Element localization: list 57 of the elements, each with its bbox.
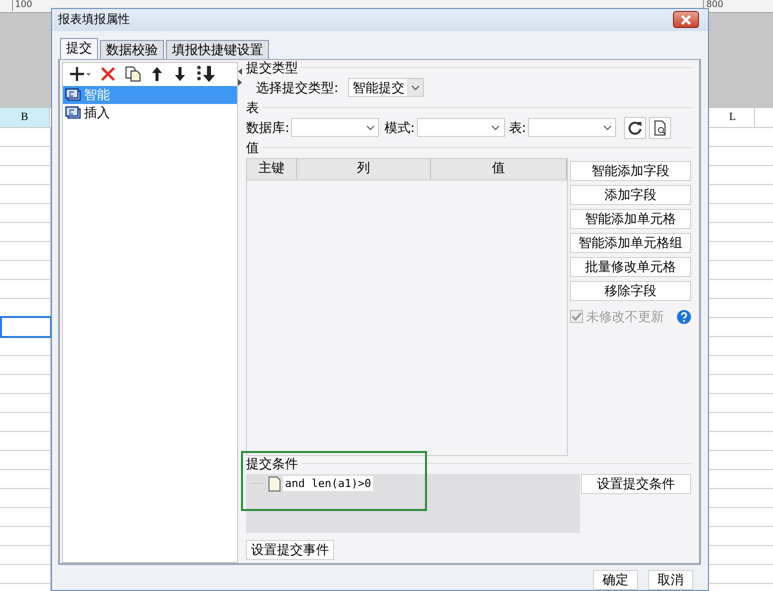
action-button[interactable]: 批量修改单元格 — [570, 256, 691, 277]
field-label: 模式: — [384, 120, 415, 137]
document-search-icon — [653, 120, 668, 136]
field-label: 表: — [508, 120, 526, 137]
group-title: 表 — [246, 100, 259, 117]
set-event-button[interactable]: 设置提交事件 — [246, 540, 334, 560]
action-button[interactable]: 智能添加字段 — [570, 160, 691, 181]
preview-button[interactable] — [649, 116, 672, 139]
caret-icon — [410, 84, 420, 91]
action-button[interactable]: 移除字段 — [570, 280, 691, 301]
refresh-icon — [628, 120, 642, 135]
column-header: L — [711, 108, 755, 127]
add-icon[interactable] — [69, 66, 91, 82]
checkbox-label: 未修改不更新 — [586, 308, 664, 326]
field-label: 数据库: — [246, 120, 290, 137]
group-title: 值 — [246, 140, 259, 157]
action-button[interactable]: 智能添加单元格 — [570, 208, 691, 229]
close-icon — [681, 14, 691, 25]
group-title: 提交条件 — [246, 456, 298, 473]
help-icon[interactable] — [677, 310, 691, 324]
field-label: 选择提交类型: — [256, 80, 338, 97]
column-header: B — [0, 108, 50, 127]
action-button[interactable]: 添加字段 — [570, 184, 691, 205]
window-title: 报表填报属性 — [58, 11, 130, 28]
dialog-button[interactable]: 取消 — [648, 570, 693, 590]
column-header: 列 — [296, 158, 431, 179]
check-icon — [571, 311, 582, 322]
dropdown-field[interactable] — [528, 118, 616, 138]
list-item[interactable]: 插入 — [63, 104, 237, 122]
document-icon — [268, 476, 281, 492]
group-title: 提交类型 — [246, 60, 298, 77]
dialog-button[interactable]: 确定 — [593, 570, 638, 590]
close-button[interactable] — [673, 11, 699, 28]
tab[interactable]: 数据校验 — [100, 40, 164, 60]
form-icon — [65, 106, 81, 120]
sort-down-icon[interactable] — [196, 65, 216, 84]
dropdown-field[interactable] — [291, 118, 380, 138]
set-condition-button[interactable]: 设置提交条件 — [581, 474, 691, 494]
form-icon — [65, 88, 81, 102]
caret-icon — [491, 124, 500, 131]
delete-icon[interactable] — [100, 66, 116, 82]
column-header: 主键 — [247, 158, 297, 179]
tab[interactable]: 填报快捷键设置 — [166, 40, 269, 60]
up-arrow-icon[interactable] — [150, 66, 164, 82]
combo-value: 智能提交 — [351, 80, 406, 97]
column-header: 值 — [430, 158, 567, 179]
caret-icon — [602, 124, 612, 131]
down-arrow-icon[interactable] — [173, 66, 187, 82]
submit-type-dropdown[interactable]: 智能提交 — [348, 78, 424, 98]
ruler-label: 100 — [12, 0, 32, 11]
refresh-button[interactable] — [624, 116, 646, 139]
tab[interactable]: 提交 — [60, 38, 98, 60]
copy-icon[interactable] — [125, 66, 141, 82]
action-button[interactable]: 智能添加单元格组 — [570, 232, 691, 253]
dropdown-field[interactable] — [416, 118, 505, 138]
condition-expression[interactable]: and len(a1)>0 — [283, 476, 374, 492]
caret-icon — [366, 124, 375, 131]
